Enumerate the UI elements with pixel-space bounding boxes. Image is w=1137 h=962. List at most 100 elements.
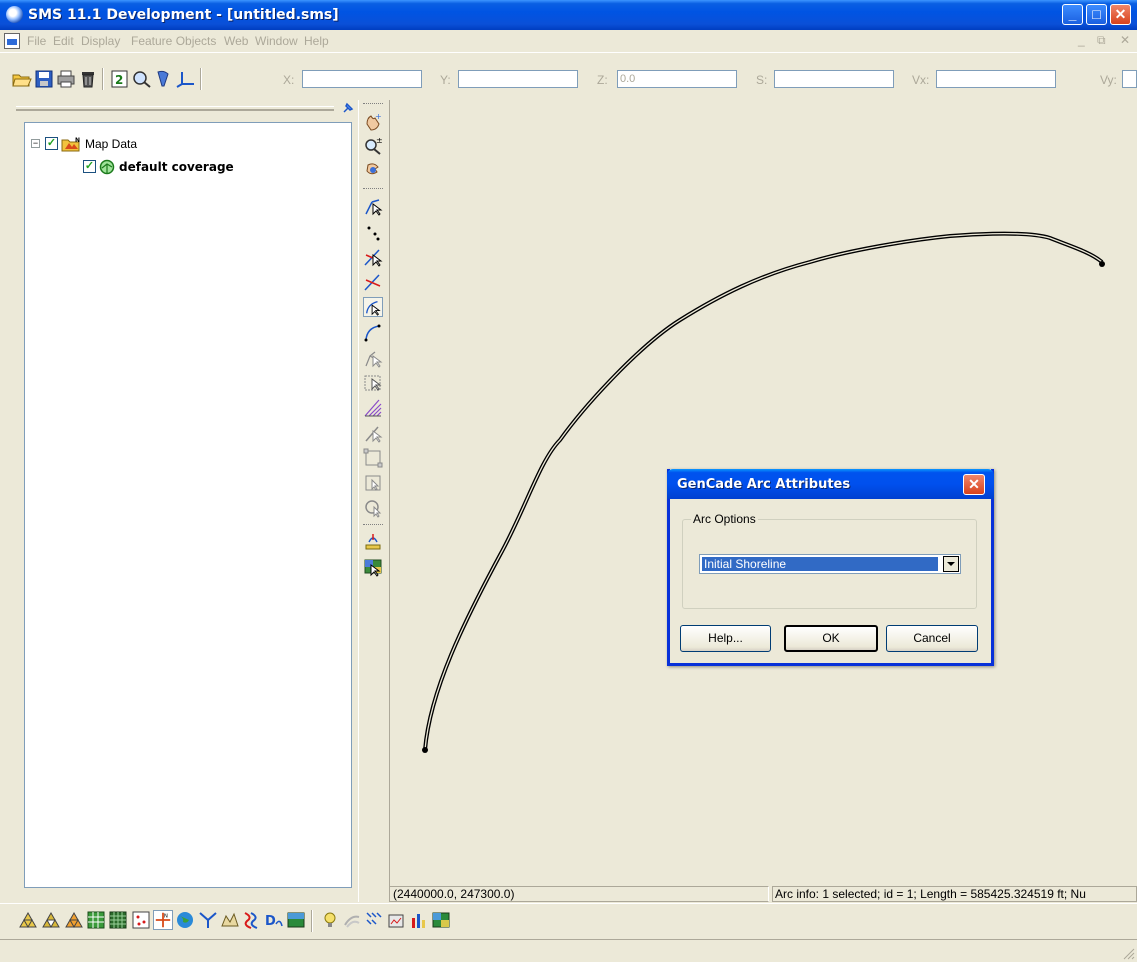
image-icon[interactable] (286, 910, 306, 930)
svg-text:+: + (375, 112, 382, 121)
1d-grid-icon[interactable] (220, 910, 240, 930)
toolbar: 2 X: Y: Z: 0.0 S: Vx: Vy: (0, 52, 1137, 94)
select-vertex-icon[interactable] (363, 247, 383, 267)
zoom-icon[interactable]: ± (363, 136, 383, 156)
z-coord-field[interactable]: 0.0 (617, 70, 737, 88)
particle-icon[interactable] (198, 910, 218, 930)
arc-end-node[interactable] (1099, 261, 1105, 267)
light-icon[interactable] (320, 910, 340, 930)
refresh-icon[interactable]: 2 (110, 70, 130, 88)
tree-label-map-data: Map Data (85, 137, 138, 151)
s-coord-field[interactable] (774, 70, 894, 88)
pan-icon[interactable]: + (363, 112, 383, 132)
menu-web[interactable]: Web (224, 34, 248, 48)
mdi-close-button[interactable]: ✕ (1120, 33, 1130, 47)
tree-label-default-coverage: default coverage (119, 160, 234, 174)
svg-text:2: 2 (115, 73, 123, 87)
axis-icon[interactable] (176, 70, 196, 88)
select-arc-icon[interactable] (363, 297, 383, 317)
map-data-checkbox[interactable]: ✓ (45, 137, 58, 150)
window-title: SMS 11.1 Development - [untitled.sms] (28, 7, 339, 23)
palette-grip[interactable] (363, 103, 383, 107)
collapse-toggle[interactable]: − (31, 139, 40, 148)
menu-display[interactable]: Display (81, 34, 120, 48)
resize-grip-icon[interactable] (1123, 948, 1135, 960)
open-icon[interactable] (12, 70, 32, 88)
select-polygon-icon[interactable] (363, 373, 383, 393)
save-icon[interactable] (34, 70, 54, 88)
arc-start-node[interactable] (422, 747, 428, 753)
frame-image-icon[interactable] (363, 532, 383, 552)
palette-grip[interactable] (363, 188, 383, 192)
chevron-down-icon[interactable] (943, 556, 959, 572)
arc-info-status: Arc info: 1 selected; id = 1; Length = 5… (772, 886, 1137, 902)
x-coord-field[interactable] (302, 70, 422, 88)
1d-river-icon[interactable] (242, 910, 262, 930)
menu-help[interactable]: Help (304, 34, 329, 48)
create-arc-group-icon[interactable] (363, 398, 383, 418)
menu-window[interactable]: Window (255, 34, 298, 48)
select-breakline-icon[interactable] (363, 423, 383, 443)
create-feature-point-icon[interactable] (363, 222, 383, 242)
coverage-icon (99, 159, 115, 175)
dialog-title: GenCade Arc Attributes (677, 477, 851, 492)
rain-icon[interactable] (364, 910, 384, 930)
document-icon[interactable] (4, 33, 20, 49)
rotate-icon[interactable] (363, 160, 383, 180)
mesh-module-alt-icon[interactable] (41, 910, 61, 930)
mdi-minimize-button[interactable]: _ (1078, 33, 1085, 47)
create-vertex-icon[interactable] (363, 272, 383, 292)
grid-icon[interactable] (108, 910, 128, 930)
default-coverage-checkbox[interactable]: ✓ (83, 160, 96, 173)
select-box-icon[interactable] (363, 448, 383, 468)
arc-options-group: Arc Options Initial Shoreline (682, 512, 977, 609)
select-zoom-icon[interactable] (363, 498, 383, 518)
palette-grip[interactable] (363, 524, 383, 528)
menu-edit[interactable]: Edit (53, 34, 74, 48)
vx-coord-label: Vx: (912, 73, 930, 87)
help-button[interactable]: Help... (680, 625, 771, 652)
scatter-icon[interactable] (131, 910, 151, 930)
title-bar[interactable]: SMS 11.1 Development - [untitled.sms] _ … (0, 0, 1137, 30)
delete-icon[interactable] (78, 70, 98, 88)
svg-text:N: N (75, 137, 80, 144)
ok-button[interactable]: OK (784, 625, 878, 652)
cartesian-grid-icon[interactable] (86, 910, 106, 930)
print-icon[interactable] (56, 70, 76, 88)
select-arc-group-icon[interactable] (363, 348, 383, 368)
close-button[interactable]: ✕ (1110, 4, 1131, 25)
arc-options-label: Arc Options (691, 512, 758, 526)
menu-feature-objects[interactable]: Feature Objects (131, 34, 216, 48)
tool-palette: + ± (358, 100, 388, 902)
tin-icon[interactable]: D (264, 910, 284, 930)
vy-coord-field[interactable] (1122, 70, 1137, 88)
vx-coord-field[interactable] (936, 70, 1056, 88)
dialog-title-bar[interactable]: GenCade Arc Attributes ✕ (667, 469, 994, 499)
tree-view[interactable]: − ✓ N Map Data ✓ default coverage (24, 122, 352, 888)
dialog-close-button[interactable]: ✕ (963, 474, 985, 495)
plot-icon[interactable] (409, 910, 429, 930)
display-options-icon[interactable] (363, 557, 383, 577)
status-bar (0, 939, 1137, 962)
zoom-frame-icon[interactable] (132, 70, 152, 88)
menu-file[interactable]: File (27, 34, 46, 48)
select-box-alt-icon[interactable] (363, 473, 383, 493)
y-coord-field[interactable] (458, 70, 578, 88)
create-arc-icon[interactable] (363, 322, 383, 342)
gis-module-icon[interactable] (175, 910, 195, 930)
panel-grip[interactable] (16, 106, 334, 111)
pin-icon[interactable] (342, 102, 354, 114)
raster-icon[interactable] (386, 910, 406, 930)
select-feature-point-icon[interactable] (363, 196, 383, 216)
mesh-module-icon[interactable] (18, 910, 38, 930)
map-module-icon[interactable]: N (153, 910, 173, 930)
arc-options-dropdown[interactable]: Initial Shoreline (699, 554, 961, 574)
get-info-icon[interactable] (154, 70, 174, 88)
mesh-module-2-icon[interactable] (64, 910, 84, 930)
minimize-button[interactable]: _ (1062, 4, 1083, 25)
drawing-icon[interactable] (342, 910, 362, 930)
maximize-button[interactable]: □ (1086, 4, 1107, 25)
raster-alt-icon[interactable] (431, 910, 451, 930)
cancel-button[interactable]: Cancel (886, 625, 978, 652)
mdi-restore-button[interactable]: ⧉ (1097, 33, 1106, 48)
